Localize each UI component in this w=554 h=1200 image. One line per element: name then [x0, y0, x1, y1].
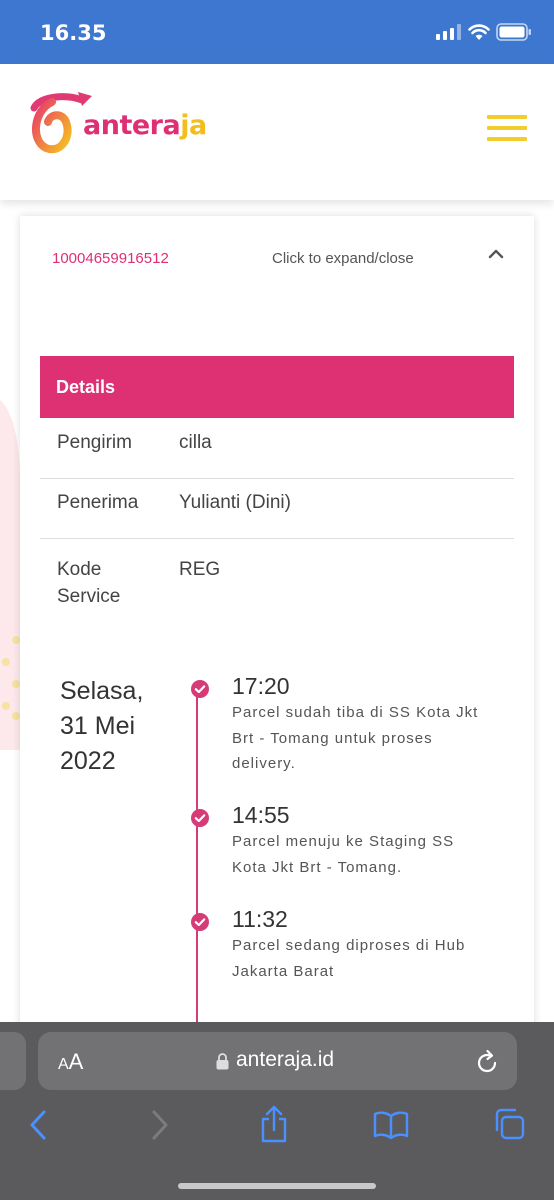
check-circle-icon	[191, 809, 209, 827]
detail-row-pengirim: Pengirim cilla	[40, 424, 514, 479]
date-line-year: 2022	[60, 747, 116, 775]
check-circle-icon	[191, 680, 209, 698]
site-header: anteraja	[0, 64, 554, 200]
tracking-card: 10004659916512 Click to expand/close Det…	[20, 216, 534, 1066]
event-description: Parcel menuju ke Staging SS Kota Jkt Brt…	[232, 833, 455, 876]
bookmarks-icon[interactable]	[373, 1110, 409, 1140]
details-header: Details	[40, 356, 514, 418]
detail-value: cilla	[179, 432, 212, 453]
share-icon[interactable]	[259, 1104, 289, 1144]
awb-number[interactable]: 10004659916512	[52, 250, 169, 267]
anteraja-logo[interactable]: anteraja	[26, 90, 207, 154]
url-text[interactable]: anteraja.id	[236, 1048, 334, 1072]
background-decoration	[0, 400, 20, 750]
status-bar: 16.35	[0, 0, 554, 64]
reload-icon[interactable]	[475, 1048, 499, 1074]
event-time: 17:20	[232, 673, 290, 699]
lock-icon	[216, 1053, 229, 1070]
detail-row-kode-service: Kode Service REG	[40, 554, 514, 614]
address-bar[interactable]: AAAA anteraja.id	[38, 1032, 517, 1090]
detail-value: REG	[179, 559, 221, 580]
event-time: 11:32	[232, 906, 288, 932]
battery-icon	[496, 23, 531, 41]
status-time: 16.35	[40, 21, 107, 45]
tabs-icon[interactable]	[493, 1108, 525, 1140]
previous-tab-preview[interactable]	[0, 1032, 26, 1090]
chevron-up-icon[interactable]	[488, 248, 504, 260]
event-description: Parcel sedang diproses di Hub Jakarta Ba…	[232, 937, 466, 980]
home-indicator[interactable]	[178, 1183, 376, 1189]
date-line-day: Selasa,	[60, 677, 144, 705]
timeline-line	[196, 686, 198, 1066]
logo-wordmark: anteraja	[83, 110, 207, 141]
detail-row-penerima: Penerima Yulianti (Dini)	[40, 484, 514, 539]
hamburger-menu-icon[interactable]	[487, 115, 527, 141]
event-time: 14:55	[232, 802, 290, 828]
back-icon[interactable]	[28, 1108, 50, 1142]
cellular-signal-icon	[436, 24, 461, 40]
reader-options-button[interactable]: AAAA	[58, 1049, 83, 1075]
wifi-icon	[468, 24, 490, 40]
detail-label: Kode Service	[57, 559, 121, 607]
timeline-date: Selasa, 31 Mei 2022	[60, 674, 170, 779]
detail-value: Yulianti (Dini)	[179, 492, 291, 513]
detail-label: Pengirim	[57, 432, 132, 453]
check-circle-icon	[191, 913, 209, 931]
date-line-date: 31 Mei	[60, 712, 136, 740]
expand-toggle-label[interactable]: Click to expand/close	[272, 250, 414, 267]
forward-icon[interactable]	[148, 1108, 170, 1142]
logo-wordmark-part1: antera	[83, 110, 181, 141]
logo-wordmark-part2: ja	[180, 110, 207, 141]
detail-label: Penerima	[57, 492, 139, 513]
browser-toolbar: AAAA anteraja.id	[0, 1022, 554, 1200]
event-description: Parcel sudah tiba di SS Kota Jkt Brt - T…	[232, 704, 479, 772]
